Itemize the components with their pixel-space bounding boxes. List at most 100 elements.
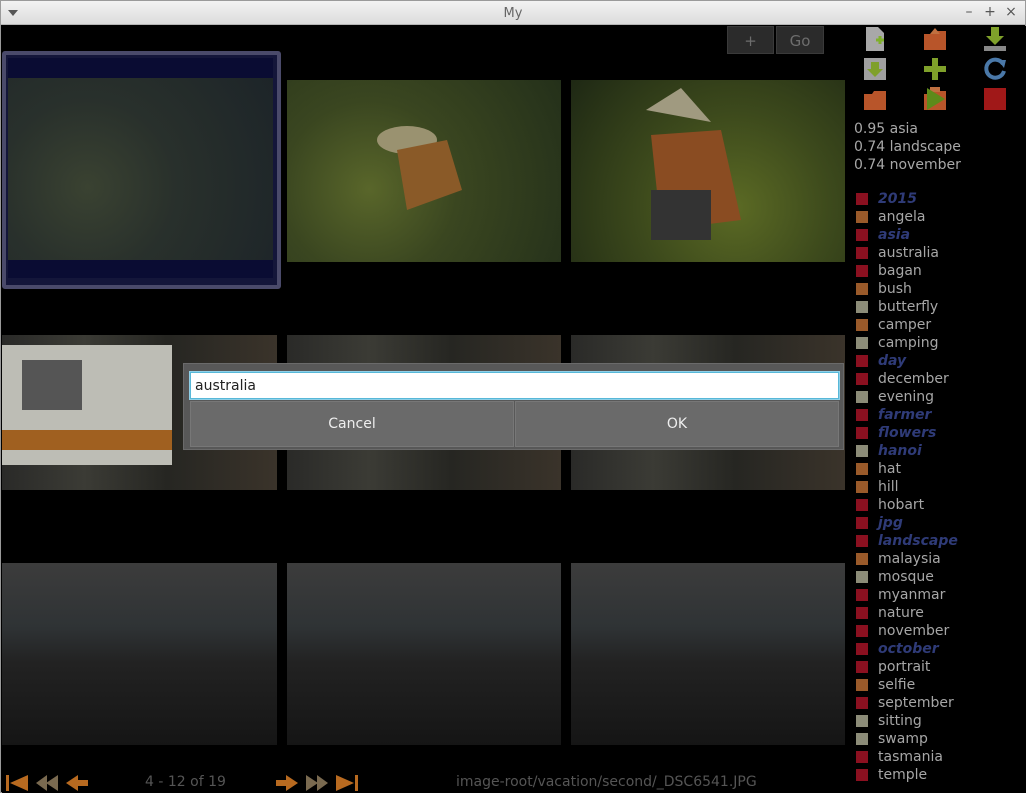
tag-item[interactable]: swamp bbox=[854, 730, 1026, 748]
tag-item[interactable]: mosque bbox=[854, 568, 1026, 586]
tag-color-swatch bbox=[856, 283, 868, 295]
tag-color-swatch bbox=[856, 643, 868, 655]
stop-icon[interactable] bbox=[982, 86, 1008, 112]
tag-item[interactable]: sitting bbox=[854, 712, 1026, 730]
tag-color-swatch bbox=[856, 265, 868, 277]
tag-label: flowers bbox=[878, 425, 937, 441]
tag-label: angela bbox=[878, 209, 926, 225]
tag-label: myanmar bbox=[878, 587, 946, 603]
selected-thumbnail[interactable] bbox=[2, 51, 281, 289]
tag-input[interactable] bbox=[189, 371, 840, 400]
tag-item[interactable]: november bbox=[854, 622, 1026, 640]
tag-item[interactable]: asia bbox=[854, 226, 1026, 244]
minimize-icon[interactable]: – bbox=[961, 4, 977, 20]
tag-item[interactable]: tasmania bbox=[854, 748, 1026, 766]
tag-label: october bbox=[878, 641, 939, 657]
rewind-icon[interactable] bbox=[34, 773, 60, 793]
tag-color-swatch bbox=[856, 319, 868, 331]
tag-item[interactable]: angela bbox=[854, 208, 1026, 226]
photo-thumbnail[interactable] bbox=[287, 563, 561, 745]
new-file-icon[interactable] bbox=[862, 26, 888, 52]
tag-color-swatch bbox=[856, 535, 868, 547]
cancel-button[interactable]: Cancel bbox=[190, 401, 514, 447]
tag-color-swatch bbox=[856, 751, 868, 763]
tag-item[interactable]: october bbox=[854, 640, 1026, 658]
tag-item[interactable]: landscape bbox=[854, 532, 1026, 550]
tag-color-swatch bbox=[856, 571, 868, 583]
refresh-icon[interactable] bbox=[982, 56, 1008, 82]
tag-dialog: Cancel OK bbox=[183, 363, 844, 450]
tag-item[interactable]: myanmar bbox=[854, 586, 1026, 604]
tag-item[interactable]: nature bbox=[854, 604, 1026, 622]
tag-item[interactable]: day bbox=[854, 352, 1026, 370]
tag-color-swatch bbox=[856, 301, 868, 313]
maximize-icon[interactable]: + bbox=[982, 4, 998, 20]
tag-color-swatch bbox=[856, 445, 868, 457]
tag-label: hat bbox=[878, 461, 901, 477]
photo-thumbnail[interactable] bbox=[2, 563, 277, 745]
photo-thumbnail[interactable] bbox=[287, 80, 561, 262]
last-page-icon[interactable] bbox=[334, 773, 360, 793]
download-icon[interactable] bbox=[982, 26, 1008, 52]
tag-label: day bbox=[878, 353, 907, 369]
tag-color-swatch bbox=[856, 211, 868, 223]
tag-item[interactable]: temple bbox=[854, 766, 1026, 784]
photo-thumbnail[interactable] bbox=[571, 80, 845, 262]
tag-label: bush bbox=[878, 281, 912, 297]
tag-item[interactable]: jpg bbox=[854, 514, 1026, 532]
tag-color-swatch bbox=[856, 247, 868, 259]
tag-item[interactable]: september bbox=[854, 694, 1026, 712]
tag-item[interactable]: hobart bbox=[854, 496, 1026, 514]
tag-label: australia bbox=[878, 245, 939, 261]
tag-item[interactable]: bagan bbox=[854, 262, 1026, 280]
go-button[interactable]: Go bbox=[776, 26, 824, 54]
tag-item[interactable]: hanoi bbox=[854, 442, 1026, 460]
save-icon[interactable] bbox=[862, 56, 888, 82]
add-icon[interactable] bbox=[922, 56, 948, 82]
fast-forward-icon[interactable] bbox=[304, 773, 330, 793]
tag-label: november bbox=[878, 623, 950, 639]
tag-label: evening bbox=[878, 389, 935, 405]
tag-label: temple bbox=[878, 767, 928, 783]
tag-label: bagan bbox=[878, 263, 922, 279]
next-page-icon[interactable] bbox=[274, 773, 300, 793]
tag-item[interactable]: butterfly bbox=[854, 298, 1026, 316]
tag-color-swatch bbox=[856, 553, 868, 565]
tag-item[interactable]: 2015 bbox=[854, 190, 1026, 208]
tag-label: camping bbox=[878, 335, 939, 351]
tag-item[interactable]: portrait bbox=[854, 658, 1026, 676]
photo-thumbnail[interactable] bbox=[571, 563, 845, 745]
thumbnail-band bbox=[8, 260, 273, 278]
tag-item[interactable]: malaysia bbox=[854, 550, 1026, 568]
tag-label: malaysia bbox=[878, 551, 941, 567]
tag-label: nature bbox=[878, 605, 924, 621]
close-icon[interactable]: × bbox=[1003, 4, 1019, 20]
thumbnail-band bbox=[8, 58, 273, 78]
tag-item[interactable]: hill bbox=[854, 478, 1026, 496]
ok-button[interactable]: OK bbox=[515, 401, 839, 447]
tag-item[interactable]: australia bbox=[854, 244, 1026, 262]
tag-color-swatch bbox=[856, 499, 868, 511]
add-button[interactable]: + bbox=[727, 26, 774, 54]
tag-item[interactable]: december bbox=[854, 370, 1026, 388]
tag-color-swatch bbox=[856, 769, 868, 781]
tag-item[interactable]: camper bbox=[854, 316, 1026, 334]
score-line: 0.74 november bbox=[854, 157, 961, 173]
tag-item[interactable]: camping bbox=[854, 334, 1026, 352]
tag-color-swatch bbox=[856, 661, 868, 673]
tag-item[interactable]: selfie bbox=[854, 676, 1026, 694]
tag-color-swatch bbox=[856, 373, 868, 385]
tag-item[interactable]: bush bbox=[854, 280, 1026, 298]
play-icon[interactable] bbox=[922, 86, 948, 112]
tag-item[interactable]: hat bbox=[854, 460, 1026, 478]
tag-color-swatch bbox=[856, 337, 868, 349]
file-path: image-root/vacation/second/_DSC6541.JPG bbox=[456, 774, 757, 790]
previous-page-icon[interactable] bbox=[64, 773, 90, 793]
folder-open-icon[interactable] bbox=[862, 86, 888, 112]
folder-up-icon[interactable] bbox=[922, 26, 948, 52]
tag-item[interactable]: flowers bbox=[854, 424, 1026, 442]
tag-color-swatch bbox=[856, 517, 868, 529]
tag-item[interactable]: farmer bbox=[854, 406, 1026, 424]
first-page-icon[interactable] bbox=[4, 773, 30, 793]
tag-item[interactable]: evening bbox=[854, 388, 1026, 406]
